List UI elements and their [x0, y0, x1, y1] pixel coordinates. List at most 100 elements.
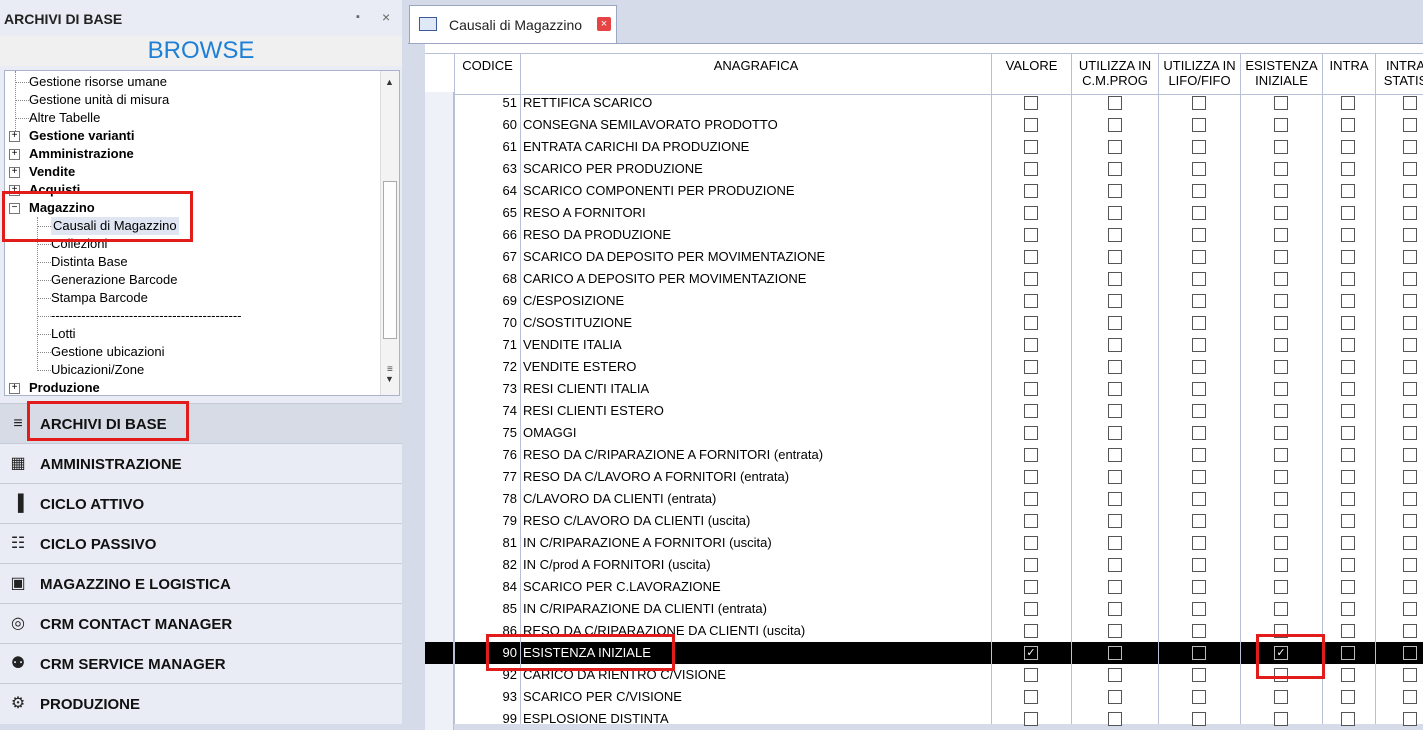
- tab-causali-di-magazzino[interactable]: Causali di Magazzino ×: [409, 5, 617, 43]
- column-header[interactable]: UTILIZZA IN C.M.PROG: [1071, 54, 1158, 94]
- row-selector[interactable]: [425, 488, 454, 510]
- checkbox[interactable]: [1024, 294, 1038, 308]
- table-row[interactable]: 84 SCARICO PER C.LAVORAZIONE: [425, 576, 1423, 598]
- checkbox[interactable]: [1024, 492, 1038, 506]
- table-row[interactable]: 60 CONSEGNA SEMILAVORATO PRODOTTO: [425, 114, 1423, 136]
- checkbox[interactable]: [1024, 404, 1038, 418]
- nav-item[interactable]: ◎ CRM CONTACT MANAGER: [0, 603, 402, 644]
- checkbox[interactable]: [1108, 558, 1122, 572]
- checkbox[interactable]: [1108, 712, 1122, 726]
- checkbox[interactable]: [1274, 624, 1288, 638]
- column-header[interactable]: UTILIZZA IN LIFO/FIFO: [1158, 54, 1240, 94]
- checkbox[interactable]: [1024, 668, 1038, 682]
- tree-item[interactable]: Gestione unità di misura: [29, 91, 169, 109]
- column-header[interactable]: INTRA STATIS: [1375, 54, 1423, 94]
- checkbox[interactable]: [1403, 492, 1417, 506]
- nav-item[interactable]: ▦ AMMINISTRAZIONE: [0, 443, 402, 484]
- table-row[interactable]: 75 OMAGGI: [425, 422, 1423, 444]
- checkbox[interactable]: [1192, 470, 1206, 484]
- checkbox[interactable]: [1341, 668, 1355, 682]
- tree-item[interactable]: Generazione Barcode: [51, 271, 177, 289]
- table-row[interactable]: 90 ESISTENZA INIZIALE ✓ ✓: [425, 642, 1423, 664]
- tree-item[interactable]: Acquisti: [29, 181, 80, 199]
- checkbox[interactable]: [1108, 492, 1122, 506]
- tree-item[interactable]: Gestione risorse umane: [29, 73, 167, 91]
- tree-item[interactable]: Amministrazione: [29, 145, 134, 163]
- checkbox[interactable]: [1274, 470, 1288, 484]
- row-selector[interactable]: [425, 598, 454, 620]
- checkbox[interactable]: [1403, 118, 1417, 132]
- checkbox[interactable]: [1024, 184, 1038, 198]
- checkbox[interactable]: [1341, 558, 1355, 572]
- nav-item[interactable]: ▐ CICLO ATTIVO: [0, 483, 402, 524]
- checkbox[interactable]: [1108, 206, 1122, 220]
- checkbox[interactable]: [1192, 624, 1206, 638]
- checkbox[interactable]: ✓: [1024, 646, 1038, 660]
- checkbox[interactable]: [1341, 514, 1355, 528]
- checkbox[interactable]: [1341, 470, 1355, 484]
- checkbox[interactable]: [1274, 404, 1288, 418]
- nav-item[interactable]: ☷ CICLO PASSIVO: [0, 523, 402, 564]
- checkbox[interactable]: [1108, 624, 1122, 638]
- table-row[interactable]: 69 C/ESPOSIZIONE: [425, 290, 1423, 312]
- nav-item[interactable]: ⚙ PRODUZIONE: [0, 683, 402, 724]
- checkbox[interactable]: [1403, 646, 1417, 660]
- table-row[interactable]: 99 ESPLOSIONE DISTINTA: [425, 708, 1423, 730]
- checkbox[interactable]: [1341, 690, 1355, 704]
- row-selector[interactable]: [425, 686, 454, 708]
- checkbox[interactable]: [1024, 360, 1038, 374]
- checkbox[interactable]: [1403, 712, 1417, 726]
- checkbox[interactable]: [1024, 96, 1038, 110]
- tree-expander-icon[interactable]: +: [9, 383, 20, 394]
- nav-item[interactable]: ≡ ARCHIVI DI BASE: [0, 403, 402, 444]
- checkbox[interactable]: [1108, 514, 1122, 528]
- close-icon[interactable]: ×: [382, 9, 390, 25]
- checkbox[interactable]: [1192, 250, 1206, 264]
- tree-item[interactable]: Causali di Magazzino: [51, 217, 179, 235]
- checkbox[interactable]: [1108, 228, 1122, 242]
- checkbox[interactable]: [1192, 690, 1206, 704]
- checkbox[interactable]: [1274, 536, 1288, 550]
- checkbox[interactable]: [1274, 184, 1288, 198]
- checkbox[interactable]: [1274, 162, 1288, 176]
- checkbox[interactable]: [1341, 426, 1355, 440]
- checkbox[interactable]: [1192, 668, 1206, 682]
- checkbox[interactable]: [1192, 118, 1206, 132]
- row-selector[interactable]: [425, 114, 454, 136]
- checkbox[interactable]: [1341, 228, 1355, 242]
- checkbox[interactable]: [1274, 140, 1288, 154]
- checkbox[interactable]: [1192, 272, 1206, 286]
- checkbox[interactable]: [1341, 118, 1355, 132]
- table-row[interactable]: 77 RESO DA C/LAVORO A FORNITORI (entrata): [425, 466, 1423, 488]
- tree-item[interactable]: Distinta Base: [51, 253, 128, 271]
- checkbox[interactable]: [1403, 690, 1417, 704]
- checkbox[interactable]: [1341, 162, 1355, 176]
- row-selector[interactable]: [425, 224, 454, 246]
- checkbox[interactable]: [1192, 96, 1206, 110]
- checkbox[interactable]: [1403, 426, 1417, 440]
- checkbox[interactable]: [1274, 690, 1288, 704]
- checkbox[interactable]: [1403, 162, 1417, 176]
- checkbox[interactable]: [1192, 514, 1206, 528]
- checkbox[interactable]: [1274, 250, 1288, 264]
- table-row[interactable]: 71 VENDITE ITALIA: [425, 334, 1423, 356]
- checkbox[interactable]: [1274, 602, 1288, 616]
- checkbox[interactable]: [1274, 668, 1288, 682]
- checkbox[interactable]: [1024, 536, 1038, 550]
- checkbox[interactable]: [1192, 382, 1206, 396]
- table-row[interactable]: 66 RESO DA PRODUZIONE: [425, 224, 1423, 246]
- checkbox[interactable]: [1108, 690, 1122, 704]
- table-row[interactable]: 81 IN C/RIPARAZIONE A FORNITORI (uscita): [425, 532, 1423, 554]
- pin-icon[interactable]: ▪: [356, 11, 360, 23]
- column-header[interactable]: VALORE: [991, 54, 1071, 94]
- checkbox[interactable]: [1192, 492, 1206, 506]
- checkbox[interactable]: [1192, 646, 1206, 660]
- checkbox[interactable]: [1274, 228, 1288, 242]
- table-row[interactable]: 93 SCARICO PER C/VISIONE: [425, 686, 1423, 708]
- tree-expander-icon[interactable]: +: [9, 185, 20, 196]
- checkbox[interactable]: [1192, 602, 1206, 616]
- nav-item[interactable]: ▣ MAGAZZINO E LOGISTICA: [0, 563, 402, 604]
- checkbox[interactable]: [1024, 514, 1038, 528]
- checkbox[interactable]: [1192, 712, 1206, 726]
- row-selector[interactable]: [425, 334, 454, 356]
